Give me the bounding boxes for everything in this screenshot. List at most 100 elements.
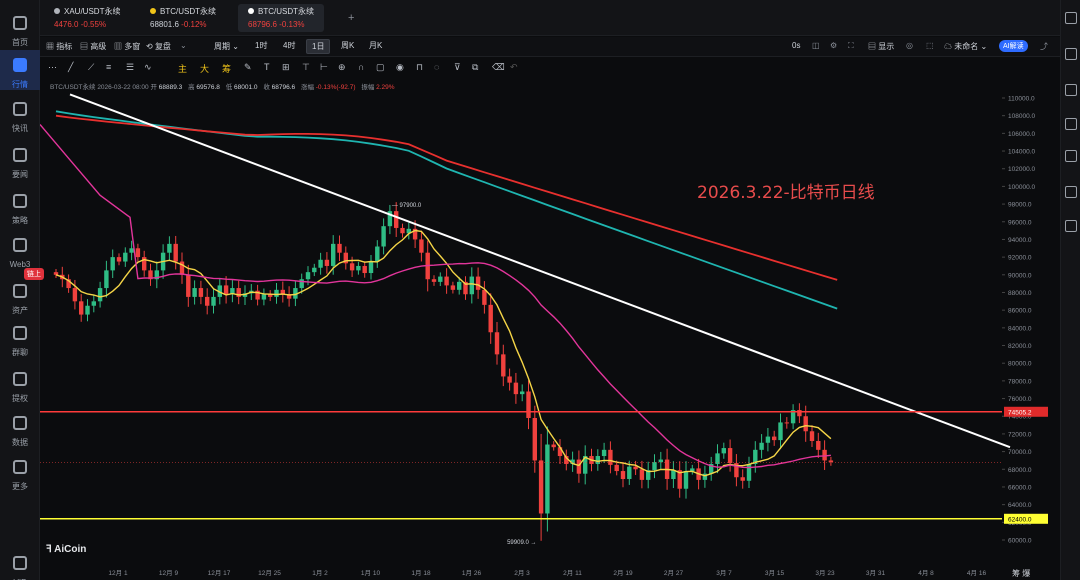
- brush-icon[interactable]: ✎: [244, 62, 252, 73]
- delete-icon[interactable]: ⌫: [492, 62, 505, 73]
- interval-1h[interactable]: 1时: [250, 39, 272, 52]
- price-chart[interactable]: 60000.062000.064000.066000.068000.070000…: [40, 78, 1060, 580]
- nav-item-3[interactable]: 要闻: [0, 140, 40, 180]
- bell-icon[interactable]: [1065, 186, 1077, 198]
- y-tick-label: 100000.0: [1008, 184, 1035, 191]
- nav-item-9[interactable]: 数据: [0, 408, 40, 448]
- nav-item-1[interactable]: 行情: [0, 50, 40, 90]
- lock-icon[interactable]: ▢: [376, 62, 385, 73]
- nav-item-0[interactable]: 首页: [0, 8, 40, 48]
- app-window: 首页行情快讯要闻策略Web3资产群聊提权数据更多VIP 链上 + XAU/USD…: [0, 0, 1080, 580]
- symbol-tab-2[interactable]: BTC/USDT永续 68796.6 -0.13%: [238, 4, 324, 32]
- symbol-label: BTC/USDT永续: [50, 84, 96, 91]
- fib-icon[interactable]: ☰: [126, 62, 134, 73]
- nav-item-8[interactable]: 提权: [0, 364, 40, 404]
- unlock-icon[interactable]: ⊓: [416, 62, 423, 73]
- filter-icon[interactable]: ⊽: [454, 62, 461, 73]
- interval-4h[interactable]: 4时: [278, 39, 300, 52]
- user-icon[interactable]: [1065, 12, 1077, 24]
- wave-icon[interactable]: ∿: [144, 62, 152, 73]
- y-tick-label: 70000.0: [1008, 449, 1032, 456]
- candle-body: [400, 227, 405, 234]
- advanced-button[interactable]: ▤ 高级: [80, 41, 106, 52]
- magnet-icon[interactable]: ∩: [358, 62, 364, 72]
- chips-button[interactable]: 筹: [222, 62, 231, 75]
- nav-item-10[interactable]: 更多: [0, 452, 40, 492]
- chevron-down-icon[interactable]: ⌄: [180, 41, 187, 50]
- candle-body: [394, 211, 399, 228]
- orderbook-icon[interactable]: [1065, 48, 1077, 60]
- note-icon[interactable]: [1065, 118, 1077, 130]
- cursor-icon[interactable]: ⋯: [48, 62, 57, 73]
- list-icon[interactable]: [1065, 84, 1077, 96]
- ruler-icon[interactable]: ⊞: [282, 62, 290, 73]
- multi-window-button[interactable]: ▥ 多窗: [114, 41, 140, 52]
- tab-dot-icon: [248, 8, 254, 14]
- candle-body: [746, 463, 752, 481]
- candle-body: [620, 471, 626, 480]
- nav-item-5[interactable]: Web3: [0, 230, 40, 270]
- y-tick-label: 76000.0: [1008, 396, 1032, 403]
- nav-item-7[interactable]: 群聊: [0, 318, 40, 358]
- review-button[interactable]: ⟲ 复盘: [146, 41, 171, 52]
- interval-week[interactable]: 周K: [336, 39, 359, 52]
- candle-body: [72, 288, 78, 302]
- text-icon[interactable]: T: [264, 62, 270, 72]
- candle-body: [671, 470, 676, 480]
- ai-interpret-button[interactable]: AI解读: [999, 40, 1028, 52]
- x-tick-label: 1月 26: [462, 569, 482, 577]
- ray-icon[interactable]: ⟋: [88, 62, 94, 73]
- candle-body: [759, 442, 764, 450]
- y-tick-label: 72000.0: [1008, 431, 1032, 438]
- target-icon[interactable]: ◎: [906, 41, 913, 50]
- undo-icon[interactable]: ↶: [510, 62, 518, 73]
- x-tick-label: 12月 1: [108, 569, 128, 577]
- candle-body: [53, 272, 59, 275]
- hide-icon[interactable]: ◌: [434, 62, 439, 72]
- display-button[interactable]: ▤ 显示: [868, 41, 894, 52]
- candle-body: [526, 391, 531, 419]
- add-tab-button[interactable]: +: [348, 12, 354, 24]
- nav-item-2[interactable]: 快讯: [0, 94, 40, 134]
- symbol-tab-0[interactable]: XAU/USDT永续 4476.0 -0.55%: [44, 4, 130, 32]
- main-force-button[interactable]: 主: [178, 62, 187, 75]
- candle-body: [331, 243, 336, 266]
- nav-item-6[interactable]: 资产: [0, 276, 40, 316]
- interval-month[interactable]: 月K: [364, 39, 387, 52]
- layout-name-button[interactable]: ☁ 未命名 ⌄: [944, 41, 987, 52]
- zoom-icon[interactable]: ⊕: [338, 62, 346, 73]
- indicator-button[interactable]: ▦ 指标: [46, 41, 72, 52]
- candlestick-chart[interactable]: 60000.062000.064000.066000.068000.070000…: [40, 78, 1060, 580]
- candle-body: [116, 257, 122, 262]
- parallel-icon[interactable]: ≡: [106, 62, 111, 72]
- ma-yellow-line: [55, 229, 832, 477]
- settings-icon[interactable]: ⚙: [830, 41, 837, 50]
- candle-body: [482, 289, 487, 305]
- symbol-tab-1[interactable]: BTC/USDT永续 68801.6 -0.12%: [140, 4, 226, 32]
- bot-icon[interactable]: [1065, 220, 1077, 232]
- layout-name-label: 未命名: [954, 42, 979, 51]
- layers-icon[interactable]: ⧉: [472, 62, 478, 73]
- trendline-icon[interactable]: ╱: [68, 62, 73, 73]
- pin-icon[interactable]: ⊤: [302, 62, 310, 73]
- period-button[interactable]: 周期 ⌄: [214, 41, 239, 52]
- eye-icon[interactable]: ◉: [396, 62, 404, 73]
- calendar-icon[interactable]: [1065, 150, 1077, 162]
- candle-body: [305, 272, 311, 280]
- advanced-label: 高级: [90, 42, 107, 51]
- nav-item-4[interactable]: 策略: [0, 186, 40, 226]
- interval-1d[interactable]: 1日: [306, 39, 331, 54]
- camera-icon[interactable]: ◫: [812, 41, 820, 50]
- y-tick-label: 106000.0: [1008, 131, 1035, 138]
- y-tick-label: 88000.0: [1008, 290, 1032, 297]
- measure-icon[interactable]: ⊢: [320, 62, 328, 73]
- nav-item-11[interactable]: VIP: [0, 548, 40, 580]
- chart-toolbar: ▦ 指标 ▤ 高级 ▥ 多窗 ⟲ 复盘 ⌄ 周期 ⌄ 1时 4时 1日 周K 月…: [40, 37, 1060, 57]
- share-icon[interactable]: ⤴: [1040, 41, 1048, 52]
- tab-dot-icon: [150, 8, 156, 14]
- big-order-button[interactable]: 大: [200, 62, 209, 75]
- layout-icon[interactable]: ⬚: [926, 41, 934, 50]
- fullscreen-icon[interactable]: ⛶: [848, 41, 854, 51]
- chips-burst-toggle[interactable]: 筹 爆: [1012, 568, 1030, 579]
- low-label: 低: [225, 84, 233, 91]
